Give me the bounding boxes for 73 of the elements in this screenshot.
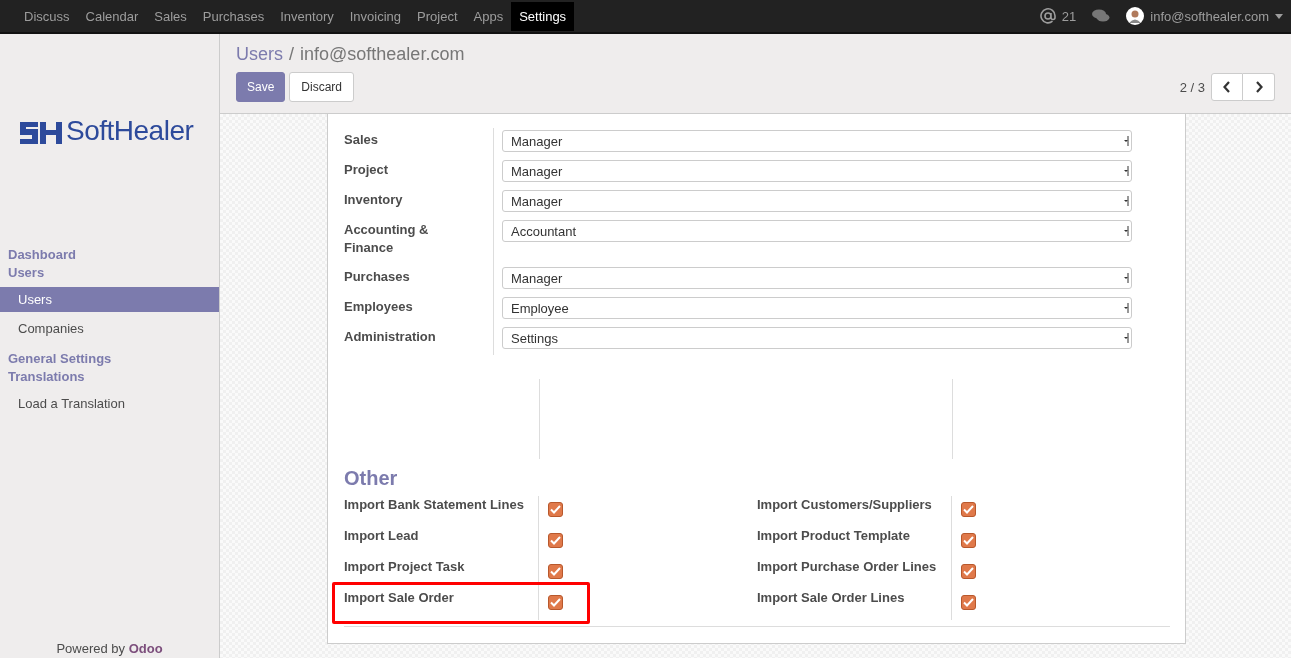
checkbox-label: Import Sale Order Lines xyxy=(757,589,952,620)
checkbox-label: Import Lead xyxy=(344,527,539,558)
select-field[interactable]: Employee xyxy=(502,297,1132,319)
sidebar-item[interactable]: Load a Translation xyxy=(0,391,219,416)
checkbox[interactable] xyxy=(548,595,563,610)
checkbox-label: Import Project Task xyxy=(344,558,539,589)
discard-button[interactable]: Discard xyxy=(289,72,355,102)
field-label: Accounting & Finance xyxy=(344,221,430,257)
caret-icon xyxy=(1124,303,1129,313)
chevron-right-icon xyxy=(1254,81,1263,93)
checkbox[interactable] xyxy=(961,595,976,610)
field-label: Employees xyxy=(344,298,413,316)
odoo-link[interactable]: Odoo xyxy=(128,641,163,656)
select-field[interactable]: Manager xyxy=(502,130,1132,152)
mention-count: 21 xyxy=(1061,8,1077,24)
section-title: Other xyxy=(344,467,399,490)
checkbox[interactable] xyxy=(961,564,976,579)
menu-item[interactable]: Project xyxy=(409,1,466,31)
menu-item[interactable]: Settings xyxy=(511,1,575,31)
field-label: Administration xyxy=(344,328,436,346)
breadcrumb-link[interactable]: Users xyxy=(236,44,283,72)
menu-item[interactable]: Calendar xyxy=(77,1,147,31)
avatar-icon xyxy=(1126,7,1145,25)
select-field[interactable]: Manager xyxy=(502,190,1132,212)
checkbox-label: Import Customers/Suppliers xyxy=(757,496,952,527)
next-button[interactable] xyxy=(1243,73,1275,101)
caret-icon xyxy=(1124,273,1129,283)
powered-by-text: Powered by xyxy=(56,641,126,656)
caret-icon xyxy=(1124,333,1129,343)
chat-icon[interactable] xyxy=(1092,9,1111,23)
save-button[interactable]: Save xyxy=(236,72,286,102)
caret-icon xyxy=(1124,136,1129,146)
field-label: Purchases xyxy=(344,268,410,286)
at-icon[interactable] xyxy=(1039,8,1056,24)
menu-item[interactable]: Sales xyxy=(146,1,195,31)
menu-item[interactable]: Inventory xyxy=(272,1,342,31)
sidebar-item[interactable]: Users xyxy=(0,287,219,312)
field-label: Inventory xyxy=(344,191,403,209)
user-menu[interactable]: info@softhealer.com xyxy=(1150,8,1269,24)
previous-button[interactable] xyxy=(1211,73,1243,101)
menu-section[interactable]: Dashboard xyxy=(0,246,219,264)
select-field[interactable]: Manager xyxy=(502,160,1132,182)
checkbox[interactable] xyxy=(961,533,976,548)
field-label: Project xyxy=(344,161,389,179)
menu-item[interactable]: Invoicing xyxy=(341,1,410,31)
checkbox-label: Import Sale Order xyxy=(344,589,539,620)
record-title: info@softhealer.com xyxy=(300,44,465,66)
caret-icon[interactable] xyxy=(1275,13,1283,19)
caret-icon xyxy=(1124,166,1129,176)
select-field[interactable]: Settings xyxy=(502,327,1132,349)
menu-item[interactable]: Apps xyxy=(465,1,512,31)
field-label: Sales xyxy=(344,131,378,149)
caret-icon xyxy=(1124,196,1129,206)
checkbox[interactable] xyxy=(548,533,563,548)
checkbox-label: Import Purchase Order Lines xyxy=(757,558,952,589)
checkbox[interactable] xyxy=(548,502,563,517)
checkbox-label: Import Product Template xyxy=(757,527,952,558)
logo-text: SoftHealer xyxy=(66,115,194,147)
caret-icon xyxy=(1124,226,1129,236)
checkbox-label: Import Bank Statement Lines xyxy=(344,496,539,527)
menu-item[interactable]: Purchases xyxy=(194,1,273,31)
pager-text: 2 / 3 xyxy=(1179,79,1205,95)
checkbox[interactable] xyxy=(961,502,976,517)
select-field[interactable]: Accountant xyxy=(502,220,1132,242)
menu-item[interactable]: Discuss xyxy=(16,1,78,31)
chevron-left-icon xyxy=(1223,81,1231,93)
checkbox[interactable] xyxy=(548,564,563,579)
sidebar-item[interactable]: Companies xyxy=(0,316,219,341)
menu-section[interactable]: General Settings xyxy=(0,350,219,368)
select-field[interactable]: Manager xyxy=(502,267,1132,289)
menu-section[interactable]: Translations xyxy=(0,368,219,386)
breadcrumb-separator: / xyxy=(289,44,295,66)
menu-section[interactable]: Users xyxy=(0,264,219,282)
